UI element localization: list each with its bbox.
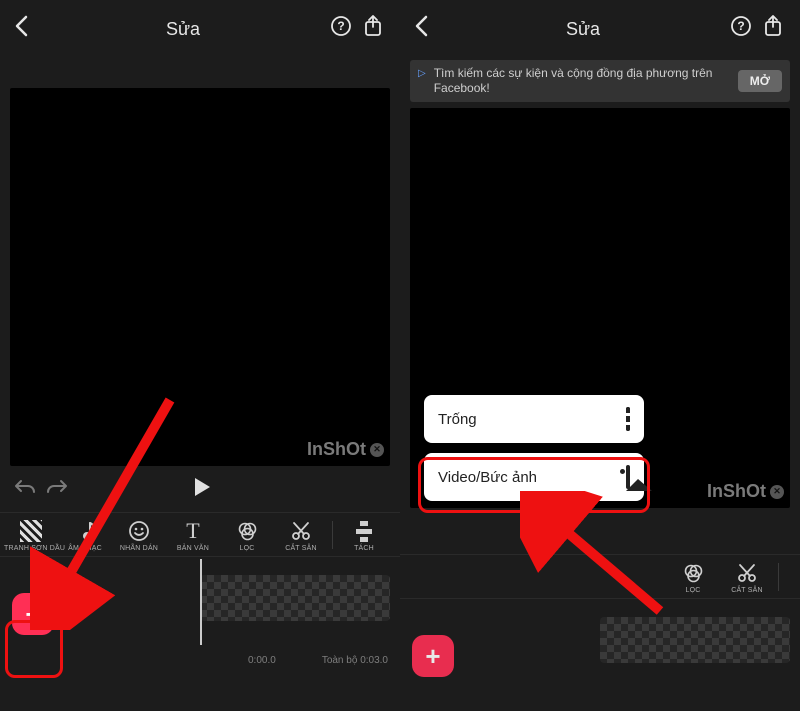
playback-controls xyxy=(0,466,400,512)
popup-option-blank[interactable]: Trống xyxy=(424,395,644,443)
screenshot-left: Sửa ? InShOt ✕ TRANH SƠN DẦU xyxy=(0,0,400,711)
screenshot-right: Sửa ? ▷ Tìm kiếm các sự kiện và cộng đồn… xyxy=(400,0,800,711)
popup-label: Video/Bức ảnh xyxy=(438,469,537,486)
share-icon[interactable] xyxy=(360,15,386,43)
tool-label: CẮT SẴN xyxy=(720,587,774,594)
tool-precut[interactable]: CẮT SẴN xyxy=(274,519,328,552)
share-icon[interactable] xyxy=(760,15,786,43)
close-icon[interactable]: ✕ xyxy=(770,485,784,499)
tool-strip: LỌC CẮT SẴN xyxy=(400,554,800,599)
filter-icon xyxy=(666,561,720,585)
scissors-icon xyxy=(274,519,328,543)
tool-label: TRANH SƠN DẦU xyxy=(4,545,58,552)
redo-icon[interactable] xyxy=(46,476,68,502)
tool-label: ÂM NHẠC xyxy=(58,545,112,552)
tool-filter[interactable]: LỌC xyxy=(666,561,720,594)
help-icon[interactable]: ? xyxy=(328,15,354,43)
ad-mark-icon: ▷ xyxy=(418,68,426,79)
tool-strip: TRANH SƠN DẦU ÂM NHẠC NHÃN DÁN T BẢN VĂN… xyxy=(0,512,400,557)
svg-text:?: ? xyxy=(337,19,344,33)
dashed-rect-icon xyxy=(626,409,630,430)
scissors-icon xyxy=(720,561,774,585)
align-icon xyxy=(337,519,391,543)
filter-icon xyxy=(220,519,274,543)
tool-sticker[interactable]: NHÃN DÁN xyxy=(112,519,166,552)
timeline[interactable]: + 0:00.0 Toàn bộ 0:03.0 xyxy=(0,557,400,672)
timeline[interactable]: + xyxy=(400,599,800,711)
ad-text: Tìm kiếm các sự kiện và cộng đồng địa ph… xyxy=(434,66,730,96)
tool-text[interactable]: T BẢN VĂN xyxy=(166,519,220,552)
hatch-icon xyxy=(4,519,58,543)
text-icon: T xyxy=(166,519,220,543)
separator xyxy=(778,563,779,591)
timeline-track[interactable] xyxy=(600,617,790,663)
add-media-popup: Trống Video/Bức ảnh xyxy=(424,395,644,511)
tool-align[interactable] xyxy=(783,561,800,585)
ad-open-button[interactable]: MỞ xyxy=(738,70,782,92)
undo-icon[interactable] xyxy=(14,476,36,502)
watermark-text: InShOt xyxy=(307,439,366,460)
music-icon xyxy=(58,519,112,543)
separator xyxy=(332,521,333,549)
tool-align[interactable]: TÁCH xyxy=(337,519,391,552)
time-current: 0:00.0 xyxy=(202,655,322,666)
tool-canvas[interactable]: TRANH SƠN DẦU xyxy=(4,519,58,552)
tool-label: BẢN VĂN xyxy=(166,545,220,552)
playhead[interactable] xyxy=(200,559,202,645)
tool-precut[interactable]: CẮT SẴN xyxy=(720,561,774,594)
tool-label: TÁCH xyxy=(337,545,391,552)
watermark-text: InShOt xyxy=(707,481,766,502)
tool-label: LỌC xyxy=(220,545,274,552)
help-icon[interactable]: ? xyxy=(728,15,754,43)
play-icon[interactable] xyxy=(78,474,326,505)
popup-label: Trống xyxy=(438,411,477,428)
watermark[interactable]: InShOt ✕ xyxy=(307,439,384,460)
smile-icon xyxy=(112,519,166,543)
back-icon[interactable] xyxy=(14,15,44,43)
page-title: Sửa xyxy=(444,19,722,40)
time-labels: 0:00.0 Toàn bộ 0:03.0 xyxy=(0,655,400,666)
tool-music[interactable]: ÂM NHẠC xyxy=(58,519,112,552)
close-icon[interactable]: ✕ xyxy=(370,443,384,457)
back-icon[interactable] xyxy=(414,15,444,43)
playback-controls xyxy=(400,508,800,554)
header: Sửa ? xyxy=(400,0,800,58)
svg-text:?: ? xyxy=(737,19,744,33)
video-preview[interactable]: InShOt ✕ xyxy=(10,88,390,466)
watermark[interactable]: InShOt ✕ xyxy=(707,481,784,502)
tool-filter[interactable]: LỌC xyxy=(220,519,274,552)
timeline-track[interactable] xyxy=(200,575,390,621)
image-icon xyxy=(626,467,630,488)
ad-banner[interactable]: ▷ Tìm kiếm các sự kiện và cộng đồng địa … xyxy=(410,60,790,102)
add-media-button[interactable]: + xyxy=(412,635,454,677)
add-media-button[interactable]: + xyxy=(12,593,54,635)
page-title: Sửa xyxy=(44,19,322,40)
tool-label: NHÃN DÁN xyxy=(112,545,166,552)
tool-label: LỌC xyxy=(666,587,720,594)
align-icon xyxy=(783,561,800,585)
header: Sửa ? xyxy=(0,0,400,58)
popup-option-media[interactable]: Video/Bức ảnh xyxy=(424,453,644,501)
tool-label: CẮT SẴN xyxy=(274,545,328,552)
